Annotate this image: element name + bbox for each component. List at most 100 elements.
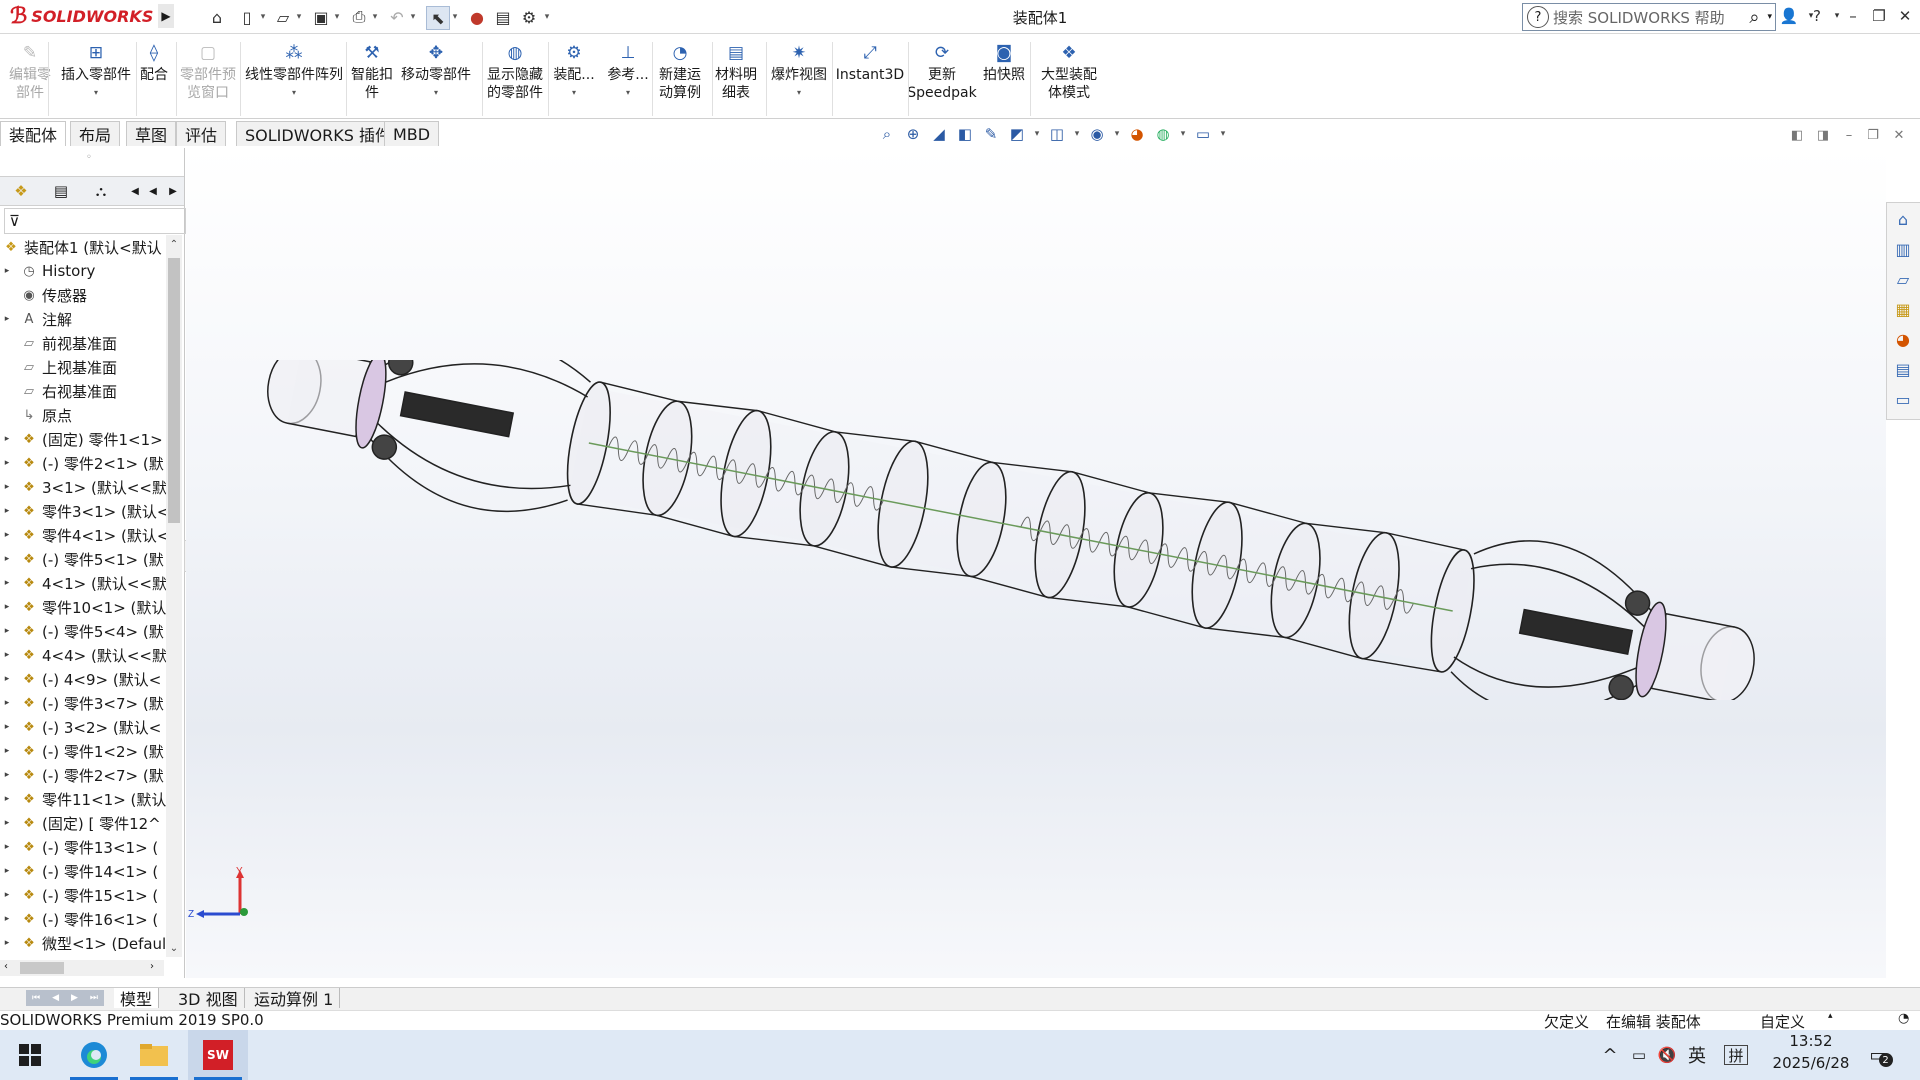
print-dropdown-icon[interactable]: ▾ [370, 8, 380, 26]
forum-icon[interactable]: ▭ [1889, 386, 1917, 412]
ribbon-update-speedpak-button[interactable]: ⟳ 更新 Speedpak [907, 42, 976, 116]
select-dropdown-icon[interactable]: ▾ [450, 8, 460, 26]
zoom-to-fit-icon[interactable]: ⌕ [876, 123, 898, 145]
ribbon-snapshot-button[interactable]: ◙ 拍快照 [982, 42, 1026, 116]
tree-scroll-thumb[interactable] [168, 258, 180, 523]
tree-item[interactable]: ↳ 原点 [0, 403, 166, 427]
tab-scroll-right-icon[interactable]: ▶ [164, 180, 182, 202]
ribbon-large-assembly-button[interactable]: ❖ 大型装配 体模式 [1034, 42, 1104, 116]
tree-item[interactable]: ▸ ❖ (-) 零件1<2> (默 [0, 739, 166, 763]
appearances-icon[interactable]: ◕ [1889, 326, 1917, 352]
print-icon[interactable]: ⎙ [348, 6, 370, 28]
new-dropdown-icon[interactable]: ▾ [258, 8, 268, 26]
save-icon[interactable]: ▣ [310, 6, 332, 28]
last-tab-icon[interactable]: ⏭ [90, 993, 98, 1003]
ribbon-smart-fasteners-button[interactable]: ⚒ 智能扣 件 [348, 42, 396, 116]
ribbon-mate-button[interactable]: ⟠ 配合 [138, 42, 170, 116]
scene-dropdown-icon[interactable]: ▾ [1178, 123, 1188, 145]
tree-item[interactable]: ▸ ❖ (固定) [ 零件12^ [0, 811, 166, 835]
tray-expand-icon[interactable]: ^ [1600, 1043, 1620, 1067]
expand-arrow-icon[interactable]: ▸ [0, 626, 14, 636]
hscroll-left-icon[interactable]: ‹ [4, 961, 8, 972]
rebuild-icon[interactable]: ● [466, 6, 488, 28]
ime-mode[interactable]: 拼 [1724, 1045, 1748, 1065]
expand-arrow-icon[interactable]: ▸ [0, 602, 14, 612]
tree-item[interactable]: ▸ ❖ 3<1> (默认<<默 [0, 475, 166, 499]
tree-item[interactable]: ▸ ❖ 零件11<1> (默认 [0, 787, 166, 811]
property-manager-tab-icon[interactable]: ▤ [46, 180, 76, 202]
expand-arrow-icon[interactable]: ▸ [0, 818, 14, 828]
expand-arrow-icon[interactable]: ▸ [0, 434, 14, 444]
previous-view-icon[interactable]: ◢ [928, 123, 950, 145]
search-icon[interactable]: ⌕ [1749, 7, 1759, 28]
help-button[interactable]: ? [1806, 4, 1828, 28]
ribbon-linear-pattern-button[interactable]: ⁂ 线性零部件阵列 ▾ [242, 42, 346, 116]
tree-item[interactable]: ▱ 前视基准面 [0, 331, 166, 355]
expand-arrow-icon[interactable]: ▸ [0, 266, 14, 276]
tab-1[interactable]: 布局 [70, 121, 121, 146]
ribbon-insert-components-button[interactable]: ⊞ 插入零部件 ▾ [58, 42, 134, 116]
file-explorer-taskbar-icon[interactable] [124, 1030, 184, 1080]
tree-item[interactable]: ▱ 上视基准面 [0, 355, 166, 379]
panel-splitter[interactable]: ◦ [86, 152, 92, 163]
menu-expand-arrow-icon[interactable]: ▶ [158, 4, 174, 28]
hscroll-right-icon[interactable]: › [150, 961, 154, 972]
edit-appearance-icon[interactable]: ◕ [1126, 123, 1148, 145]
solidworks-taskbar-icon[interactable]: SW [188, 1030, 248, 1080]
tab-5[interactable]: MBD [384, 121, 440, 146]
expand-arrow-icon[interactable]: ▸ [0, 938, 14, 948]
minimize-icon[interactable]: – [1842, 4, 1864, 28]
units-up-icon[interactable]: ▴ [1828, 1011, 1833, 1021]
tree-item[interactable]: ▸ ❖ 零件4<1> (默认< [0, 523, 166, 547]
custom-properties-icon[interactable]: ▤ [1889, 356, 1917, 382]
view-orientation-icon[interactable]: ◩ [1006, 123, 1028, 145]
ribbon-dropdown-icon[interactable]: ▾ [797, 84, 801, 102]
scroll-up-icon[interactable]: ⌃ [166, 236, 182, 252]
zoom-to-area-icon[interactable]: ⊕ [902, 123, 924, 145]
options-gear-icon[interactable]: ⚙ [518, 6, 540, 28]
bottom-tab-0[interactable]: 模型 [114, 988, 160, 1009]
expand-arrow-icon[interactable]: ▸ [0, 530, 14, 540]
search-input[interactable]: 搜索 SOLIDWORKS 帮助 [1553, 7, 1749, 28]
tree-filter-box[interactable]: ⊽ [4, 208, 186, 234]
new-document-icon[interactable]: ▯ [236, 6, 258, 28]
ribbon-new-motion-study-button[interactable]: ◔ 新建运 动算例 [656, 42, 704, 116]
doc-restore-icon[interactable]: ❐ [1864, 126, 1882, 144]
units-selector[interactable]: 自定义 [1760, 1011, 1805, 1032]
tree-item[interactable]: ▸ ❖ 4<1> (默认<<默 [0, 571, 166, 595]
feature-tree-tab-icon[interactable]: ❖ [6, 180, 36, 202]
undo-dropdown-icon[interactable]: ▾ [408, 8, 418, 26]
ribbon-dropdown-icon[interactable]: ▾ [572, 84, 576, 102]
display-style-dropdown-icon[interactable]: ▾ [1072, 123, 1082, 145]
tree-item[interactable]: ▸ ❖ (-) 4<9> (默认< [0, 667, 166, 691]
file-explorer-icon[interactable]: ▱ [1889, 266, 1917, 292]
tree-item[interactable]: ▸ ❖ (-) 3<2> (默认< [0, 715, 166, 739]
search-dropdown-icon[interactable]: ▾ [1767, 12, 1772, 22]
save-dropdown-icon[interactable]: ▾ [332, 8, 342, 26]
tree-item[interactable]: ▸ ❖ 4<4> (默认<<默 [0, 643, 166, 667]
tab-scroll-left2-icon[interactable]: ◀ [144, 180, 162, 202]
ribbon-dropdown-icon[interactable]: ▾ [94, 84, 98, 102]
ime-language[interactable]: 英 [1686, 1043, 1708, 1067]
expand-arrow-icon[interactable]: ▸ [0, 746, 14, 756]
clock-time[interactable]: 13:52 [1766, 1032, 1856, 1050]
home-icon[interactable]: ⌂ [206, 6, 228, 28]
tree-hscroll-thumb[interactable] [20, 962, 64, 974]
expand-arrow-icon[interactable]: ▸ [0, 794, 14, 804]
display-style-icon[interactable]: ◫ [1046, 123, 1068, 145]
expand-arrow-icon[interactable]: ▸ [0, 842, 14, 852]
design-library-icon[interactable]: ▥ [1889, 236, 1917, 262]
expand-arrow-icon[interactable]: ▸ [0, 458, 14, 468]
tree-item[interactable]: ▸ ❖ 零件10<1> (默认 [0, 595, 166, 619]
expand-arrow-icon[interactable]: ▸ [0, 866, 14, 876]
tree-item[interactable]: ▸ ❖ (-) 零件2<1> (默 [0, 451, 166, 475]
tree-item[interactable]: ◉ 传感器 [0, 283, 166, 307]
tree-item[interactable]: ▸ ◷ History [0, 259, 166, 283]
search-box[interactable]: ? 搜索 SOLIDWORKS 帮助 ⌕ ▾ [1522, 3, 1776, 31]
expand-arrow-icon[interactable]: ▸ [0, 482, 14, 492]
expand-arrow-icon[interactable]: ▸ [0, 578, 14, 588]
hide-show-items-icon[interactable]: ◉ [1086, 123, 1108, 145]
view-orientation-dropdown-icon[interactable]: ▾ [1032, 123, 1042, 145]
select-cursor-icon[interactable]: ⬉ [426, 6, 450, 30]
clock-date[interactable]: 2025/6/28 [1766, 1054, 1856, 1072]
